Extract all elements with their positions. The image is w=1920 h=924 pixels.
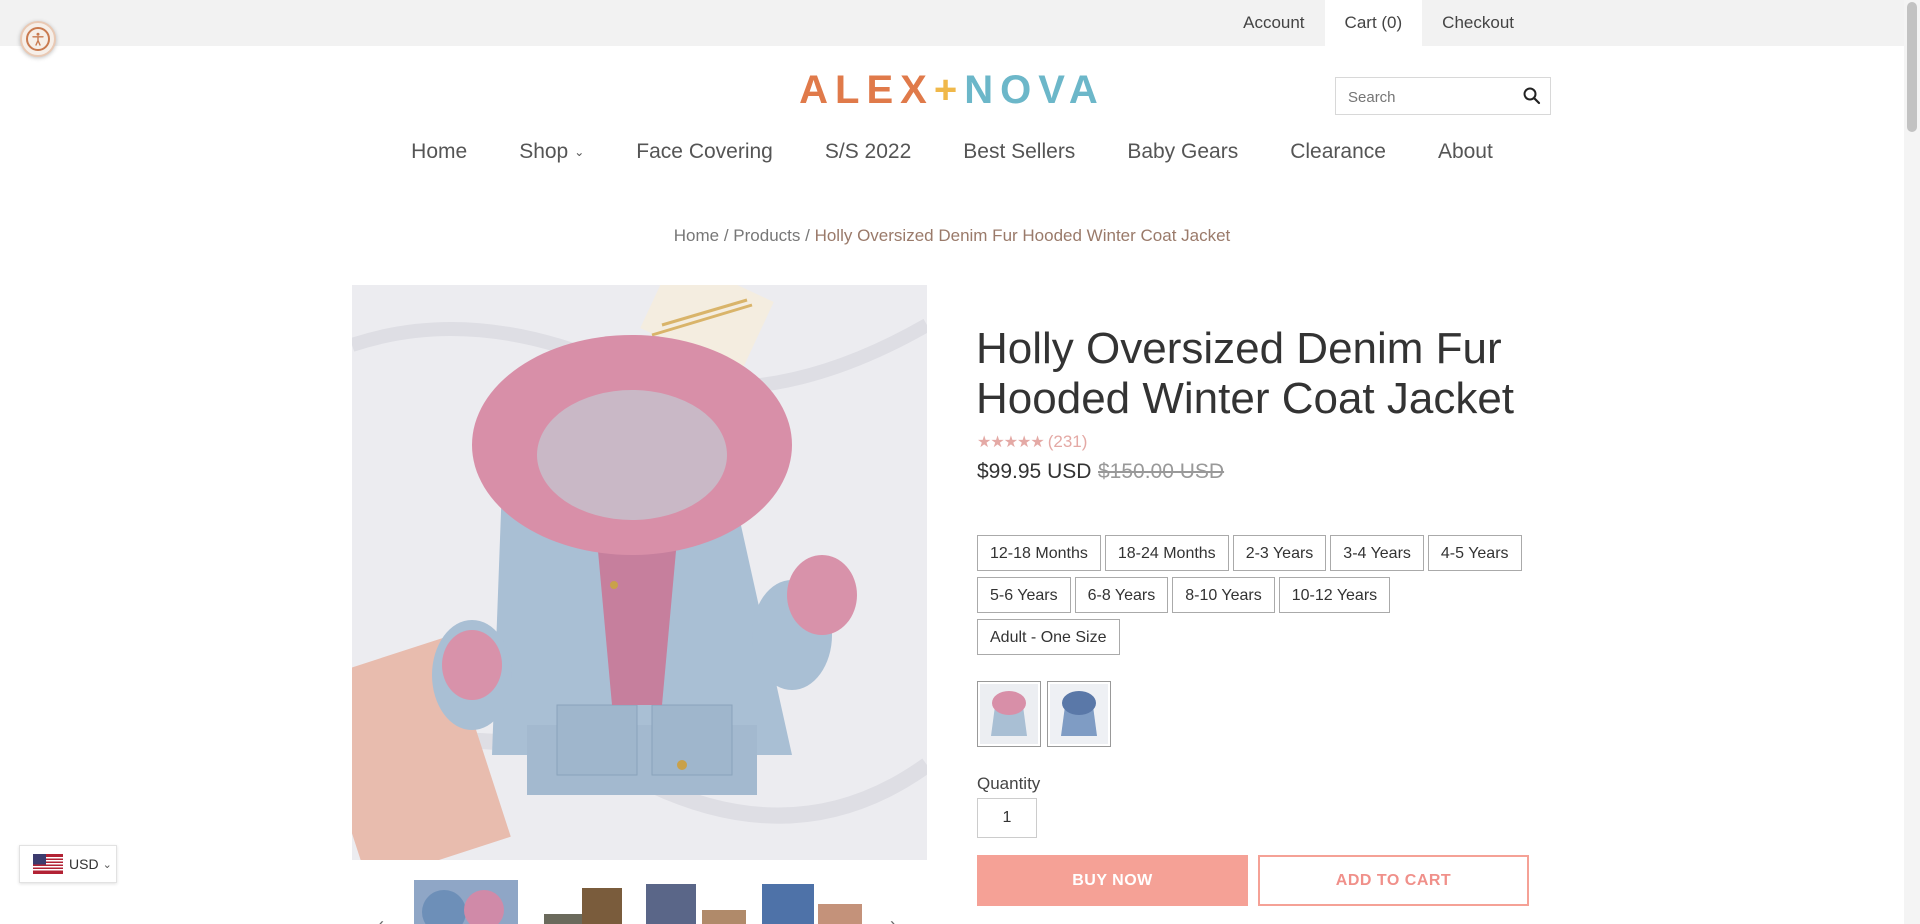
nav-face-covering-label: Face Covering [636,140,773,163]
nav-baby-gears-label: Baby Gears [1127,140,1239,163]
accessibility-icon [26,27,50,51]
size-option[interactable]: 5-6 Years [977,577,1071,613]
size-option[interactable]: 3-4 Years [1330,535,1424,571]
logo-nova: NOVA [964,68,1105,112]
currency-code: USD [69,856,99,872]
product-price: $99.95 USD [977,460,1092,483]
thumbnail-1[interactable] [414,880,518,924]
thumbnail-4[interactable] [762,880,866,924]
chevron-left-icon[interactable]: ‹ [378,914,384,924]
us-flag-icon [33,854,63,874]
nav-best-sellers[interactable]: Best Sellers [963,140,1075,164]
nav-about-label: About [1437,140,1493,163]
product-rating[interactable]: ★★★★★ (231) [977,432,1087,452]
breadcrumb-home[interactable]: Home [674,226,719,245]
nav-about[interactable]: About [1438,140,1493,164]
add-to-cart-button[interactable]: ADD TO CART [1258,855,1529,906]
checkout-link[interactable]: Checkout [1422,0,1534,46]
top-utility-bar: Account Cart (0) Checkout [0,0,1904,46]
cart-link[interactable]: Cart (0) [1324,0,1423,46]
thumbnail-2[interactable] [530,880,634,924]
nav-face-covering[interactable]: Face Covering [636,140,773,164]
nav-home-label: Home [411,140,468,163]
logo-alex: ALEX [799,68,934,112]
page-scrollbar[interactable] [1904,0,1920,924]
size-option[interactable]: 12-18 Months [977,535,1101,571]
size-option[interactable]: 8-10 Years [1172,577,1275,613]
accessibility-button[interactable] [20,21,56,57]
product-title: Holly Oversized Denim Fur Hooded Winter … [976,324,1515,423]
thumbnail-image [762,880,866,924]
product-main-image[interactable] [352,285,927,860]
star-rating-icon: ★★★★★ [977,434,1045,451]
thumbnail-image [414,880,518,924]
color-swatches [977,681,1117,747]
buy-now-button[interactable]: BUY NOW [977,855,1248,906]
brand-logo[interactable]: ALEX+NOVA [0,66,1904,114]
swatch-pink-fur[interactable] [977,681,1041,747]
nav-ss-2022[interactable]: S/S 2022 [825,140,911,164]
scrollbar-thumb[interactable] [1907,2,1917,132]
size-option[interactable]: 2-3 Years [1232,535,1327,571]
swatch-image [1050,684,1108,744]
nav-shop-label: Shop [519,140,569,163]
quantity-input[interactable] [977,798,1037,838]
breadcrumb-separator: / [805,226,810,245]
breadcrumb: Home / Products / Holly Oversized Denim … [0,226,1904,246]
currency-selector[interactable]: USD ⌄ [19,845,117,883]
account-link[interactable]: Account [1223,0,1324,46]
search-box [1335,77,1551,115]
breadcrumb-current: Holly Oversized Denim Fur Hooded Winter … [814,226,1231,245]
chevron-right-icon[interactable]: › [890,914,896,924]
nav-home[interactable]: Home [411,140,467,164]
size-option[interactable]: 10-12 Years [1278,577,1391,613]
size-option[interactable]: 18-24 Months [1104,535,1229,571]
top-links: Account Cart (0) Checkout [1223,0,1534,46]
size-option[interactable]: 6-8 Years [1074,577,1169,613]
search-icon[interactable] [1522,86,1542,106]
thumbnail-image [530,880,634,924]
breadcrumb-separator: / [723,226,729,245]
size-selector: 12-18 Months 18-24 Months 2-3 Years 3-4 … [977,535,1537,661]
thumbnail-3[interactable] [646,880,750,924]
nav-clearance[interactable]: Clearance [1290,140,1386,164]
swatch-image [980,684,1038,744]
logo-plus: + [933,68,965,112]
main-nav: Home Shop ⌄ Face Covering S/S 2022 Best S… [0,140,1904,164]
thumbnail-image [646,880,750,924]
swatch-blue-fur[interactable] [1047,681,1111,747]
thumbnail-strip: ‹ › [352,878,927,924]
review-count[interactable]: (231) [1048,432,1088,452]
search-input[interactable] [1346,86,1510,108]
compare-at-price: $150.00 USD [1098,460,1225,483]
nav-shop[interactable]: Shop ⌄ [519,140,584,164]
breadcrumb-products[interactable]: Products [733,226,800,245]
size-option[interactable]: 4-5 Years [1427,535,1522,571]
product-photo [352,285,927,860]
chevron-down-icon: ⌄ [102,858,112,871]
chevron-down-icon: ⌄ [574,145,585,160]
quantity-label: Quantity [977,774,1041,793]
nav-clearance-label: Clearance [1290,140,1386,163]
nav-best-sellers-label: Best Sellers [963,140,1076,163]
nav-baby-gears[interactable]: Baby Gears [1127,140,1238,164]
size-option[interactable]: Adult - One Size [977,619,1120,655]
nav-ss-2022-label: S/S 2022 [824,140,912,163]
